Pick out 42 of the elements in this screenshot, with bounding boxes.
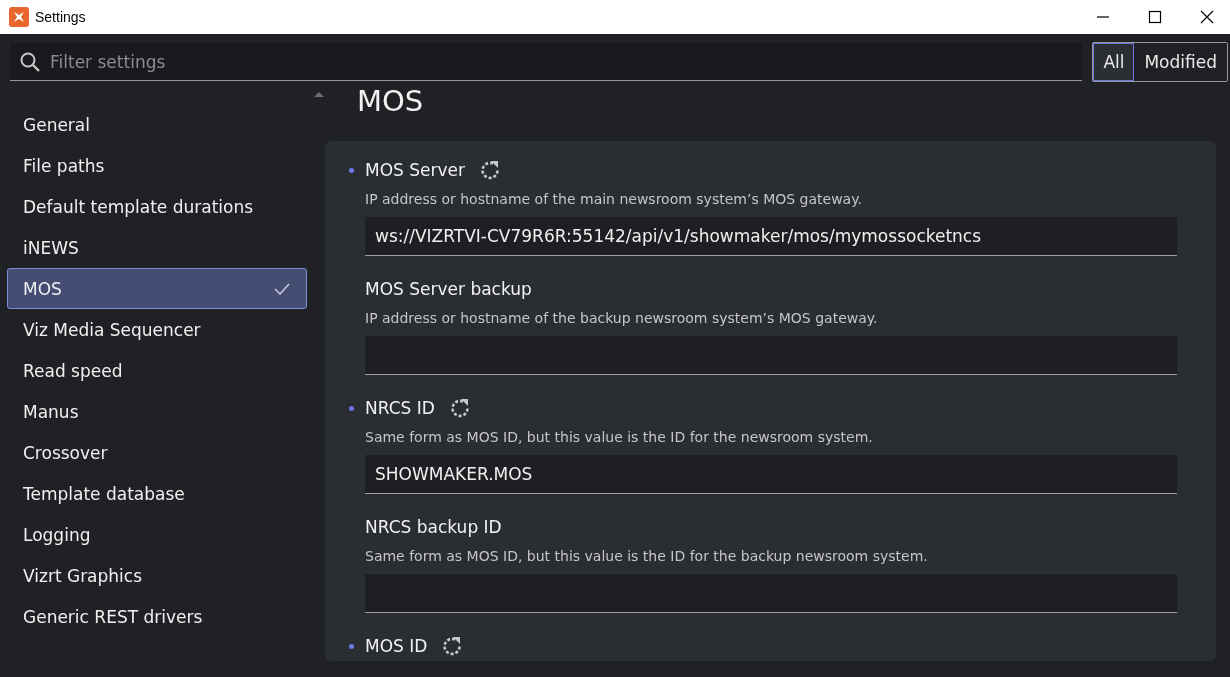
sidebar-item[interactable]: Manus — [7, 391, 307, 432]
sidebar-item[interactable]: MOS — [7, 268, 307, 309]
close-icon[interactable] — [1200, 10, 1214, 24]
filter-tab[interactable]: All — [1093, 43, 1135, 81]
setting-description: Same form as MOS ID, but this value is the ID for the backup newsroom system. — [364, 548, 929, 566]
sidebar-item[interactable]: iNEWS — [7, 227, 307, 268]
sidebar-item[interactable]: Logging — [7, 514, 307, 555]
setting-title: MOS ID — [365, 636, 428, 656]
reset-icon[interactable] — [479, 159, 501, 181]
sidebar-item[interactable]: Read speed — [7, 350, 307, 391]
window-title: Settings — [35, 9, 86, 25]
reset-icon[interactable] — [448, 397, 471, 419]
sidebar-item[interactable]: General — [7, 104, 307, 145]
setting-description: Same form as MOS ID, but this value is the ID for the newsroom system. — [364, 429, 874, 447]
setting-title: NRCS ID — [365, 398, 435, 418]
maximize-icon[interactable] — [1148, 10, 1162, 24]
setting-title: NRCS backup ID — [365, 517, 502, 537]
text-field[interactable]: SHOWMAKER.MOS — [365, 455, 1177, 494]
section-heading: MOS — [356, 83, 425, 120]
app-logo-icon — [9, 7, 29, 27]
sidebar-item[interactable]: Default template durations — [7, 186, 307, 227]
text-field[interactable] — [365, 574, 1177, 613]
modified-dot — [349, 644, 354, 649]
checkmark-icon — [274, 282, 290, 295]
sidebar-item[interactable]: Generic REST drivers — [7, 596, 307, 637]
search-icon — [19, 51, 41, 73]
sidebar-item[interactable]: Vizrt Graphics — [7, 555, 307, 596]
filter-field[interactable]: Filter settings — [10, 43, 1083, 81]
text-field[interactable] — [365, 336, 1177, 375]
scroll-up-icon[interactable] — [313, 90, 325, 98]
modified-dot — [349, 406, 354, 411]
setting-description: IP address or hostname of the backup newsroom system’s MOS gateway. — [364, 310, 879, 328]
sidebar-item[interactable]: File paths — [7, 145, 307, 186]
setting-title: MOS Server backup — [365, 279, 532, 299]
modified-dot — [349, 168, 354, 173]
reset-icon[interactable] — [441, 635, 464, 657]
text-field[interactable]: ws://VIZRTVI-CV79R6R:55142/api/v1/showmaker/mos/mymossocketncs — [365, 217, 1177, 256]
sidebar-item[interactable]: Crossover — [7, 432, 307, 473]
setting-title: MOS Server — [365, 160, 465, 180]
setting-description: IP address or hostname of the main newsroom system’s MOS gateway. — [364, 191, 863, 209]
sidebar-item[interactable]: Viz Media Sequencer — [7, 309, 307, 350]
sidebar-item[interactable]: Template database — [7, 473, 307, 514]
